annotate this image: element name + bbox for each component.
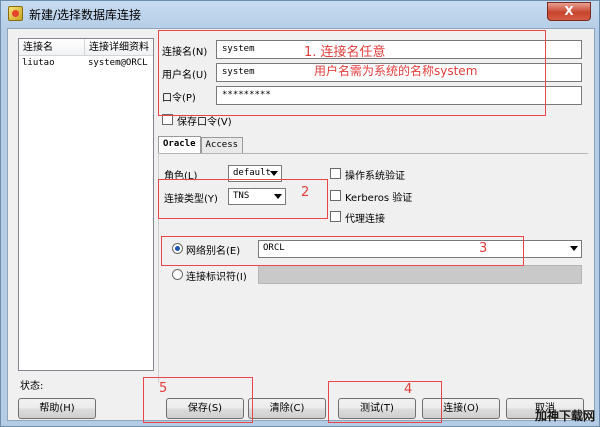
annotation-note-1b: 用户名需为系统的名称system bbox=[314, 64, 478, 78]
title-bar[interactable]: 新建/选择数据库连接 X bbox=[1, 1, 599, 27]
tab-access[interactable]: Access bbox=[200, 137, 244, 153]
proxy-checkbox[interactable] bbox=[330, 211, 341, 222]
kerberos-label: Kerberos 验证 bbox=[345, 193, 413, 204]
annotation-box-3 bbox=[161, 236, 524, 266]
annotation-number-5: 5 bbox=[159, 381, 168, 396]
annotation-number-4: 4 bbox=[404, 382, 413, 397]
list-item-detail: system@ORCL bbox=[88, 58, 148, 68]
kerberos-checkbox[interactable] bbox=[330, 190, 341, 201]
annotation-number-3: 3 bbox=[479, 241, 488, 256]
app-icon bbox=[8, 6, 23, 21]
os-auth-checkbox[interactable] bbox=[330, 168, 341, 179]
proxy-label: 代理连接 bbox=[345, 214, 385, 225]
conn-identifier-label: 连接标识符(I) bbox=[186, 272, 247, 283]
clear-button[interactable]: 清除(C) bbox=[248, 398, 326, 419]
watermark-logo: 加神下载网 bbox=[534, 409, 595, 423]
window-title: 新建/选择数据库连接 bbox=[29, 8, 142, 22]
annotation-box-4 bbox=[328, 381, 442, 423]
status-label: 状态: bbox=[20, 381, 44, 392]
help-button[interactable]: 帮助(H) bbox=[18, 398, 96, 419]
annotation-number-2: 2 bbox=[301, 185, 310, 200]
close-button[interactable]: X bbox=[547, 2, 591, 21]
tab-divider bbox=[158, 153, 588, 154]
list-item-name: liutao bbox=[22, 58, 55, 68]
tab-oracle[interactable]: Oracle bbox=[158, 136, 201, 153]
chevron-down-icon bbox=[570, 246, 578, 251]
annotation-note-1: 1. 连接名任意 bbox=[304, 45, 386, 60]
list-item[interactable]: liutao system@ORCL bbox=[19, 56, 153, 71]
column-header-name[interactable]: 连接名 bbox=[19, 39, 85, 55]
chevron-down-icon bbox=[270, 171, 278, 176]
tab-strip: Oracle Access bbox=[158, 136, 244, 153]
connection-list[interactable]: 连接名 连接详细资料 liutao system@ORCL bbox=[18, 38, 154, 371]
role-select-value: default bbox=[233, 168, 271, 178]
dialog-window: 新建/选择数据库连接 X 连接名 连接详细资料 liutao system@OR… bbox=[0, 0, 600, 427]
conn-identifier-radio[interactable] bbox=[172, 269, 183, 280]
connection-list-header: 连接名 连接详细资料 bbox=[19, 39, 153, 56]
column-header-detail[interactable]: 连接详细资料 bbox=[85, 39, 149, 55]
conn-identifier-input bbox=[258, 265, 582, 284]
os-auth-label: 操作系统验证 bbox=[345, 171, 405, 182]
